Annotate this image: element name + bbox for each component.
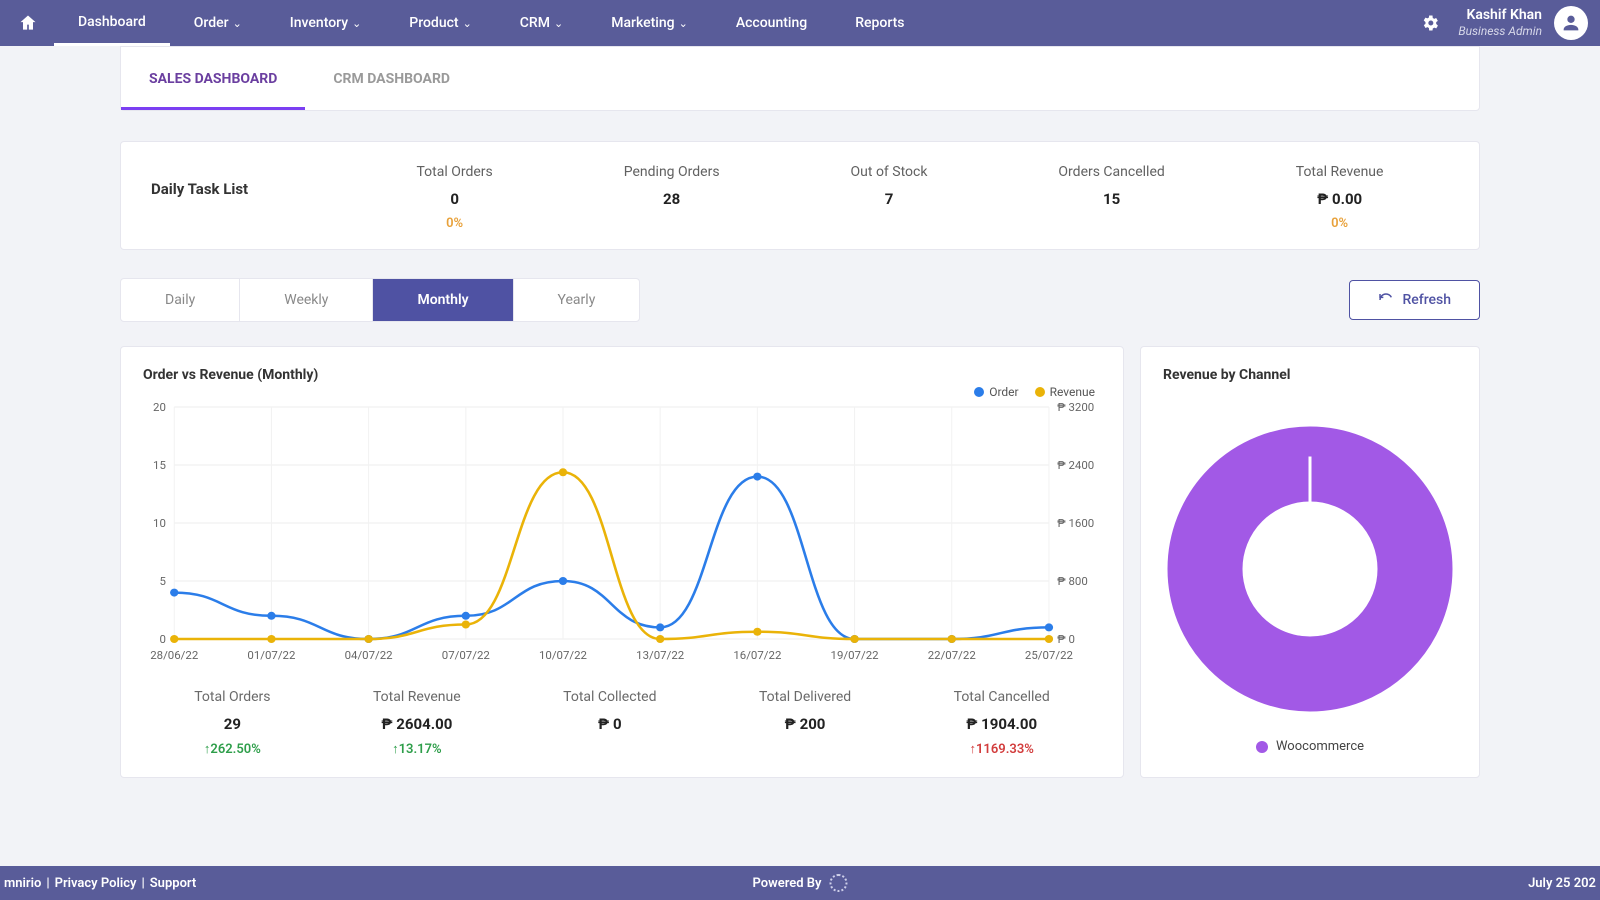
svg-text:₱ 800: ₱ 800	[1057, 575, 1088, 588]
refresh-icon	[1378, 292, 1394, 308]
period-tab-monthly[interactable]: Monthly	[373, 279, 513, 321]
summary-total-delivered: Total Delivered₱ 200	[759, 689, 851, 757]
chevron-down-icon: ⌄	[554, 17, 563, 30]
user-role: Business Admin	[1458, 24, 1542, 38]
svg-text:₱ 2400: ₱ 2400	[1057, 459, 1094, 472]
stat-out-of-stock: Out of Stock7	[851, 164, 928, 231]
dashboard-tabs-card: SALES DASHBOARDCRM DASHBOARD	[120, 46, 1480, 111]
donut-chart: Woocommerce	[1163, 389, 1457, 754]
footer-logo-icon	[830, 874, 848, 892]
period-tab-yearly[interactable]: Yearly	[514, 279, 640, 321]
svg-text:19/07/22: 19/07/22	[831, 649, 879, 662]
chevron-down-icon: ⌄	[463, 17, 472, 30]
legend-dot-icon	[1035, 387, 1045, 397]
nav-inventory[interactable]: Inventory⌄	[266, 0, 386, 46]
period-tab-weekly[interactable]: Weekly	[240, 279, 373, 321]
stat-pending-orders: Pending Orders28	[624, 164, 720, 231]
legend-dot-icon	[1256, 741, 1268, 753]
daily-task-card: Daily Task List Total Orders00% Pending O…	[120, 141, 1480, 250]
legend-order: Order	[974, 385, 1018, 399]
stat-orders-cancelled: Orders Cancelled15	[1058, 164, 1164, 231]
daily-task-title: Daily Task List	[151, 164, 351, 198]
footer-date: July 25 202	[1528, 876, 1596, 891]
period-tab-daily[interactable]: Daily	[121, 279, 240, 321]
privacy-link[interactable]: Privacy Policy	[55, 876, 137, 891]
support-link[interactable]: Support	[150, 876, 197, 891]
tab-crm-dashboard[interactable]: CRM DASHBOARD	[305, 47, 478, 110]
summary-total-cancelled: Total Cancelled₱ 1904.00↑1169.33%	[954, 689, 1050, 757]
legend-dot-icon	[974, 387, 984, 397]
svg-text:₱ 1600: ₱ 1600	[1057, 517, 1094, 530]
nav-crm[interactable]: CRM⌄	[496, 0, 587, 46]
powered-by-label: Powered By	[752, 876, 821, 891]
tab-sales-dashboard[interactable]: SALES DASHBOARD	[121, 47, 305, 110]
refresh-label: Refresh	[1402, 292, 1451, 308]
line-chart: OrderRevenue 05101520₱ 0₱ 800₱ 1600₱ 240…	[143, 389, 1101, 669]
order-vs-revenue-card: Order vs Revenue (Monthly) OrderRevenue …	[120, 346, 1124, 778]
stat-total-revenue: Total Revenue₱ 0.000%	[1296, 164, 1384, 231]
revenue-by-channel-card: Revenue by Channel Woocommerce	[1140, 346, 1480, 778]
svg-text:₱ 3200: ₱ 3200	[1057, 401, 1094, 414]
donut-title: Revenue by Channel	[1163, 367, 1457, 383]
svg-text:13/07/22: 13/07/22	[636, 649, 684, 662]
home-icon[interactable]	[12, 7, 44, 39]
chevron-down-icon: ⌄	[679, 17, 688, 30]
top-nav: DashboardOrder⌄Inventory⌄Product⌄CRM⌄Mar…	[0, 0, 1600, 46]
nav-order[interactable]: Order⌄	[170, 0, 266, 46]
svg-text:20: 20	[153, 401, 166, 414]
donut-legend: Woocommerce	[1256, 739, 1364, 754]
summary-total-orders: Total Orders29↑262.50%	[194, 689, 270, 757]
period-row: DailyWeeklyMonthlyYearly Refresh	[120, 278, 1480, 322]
avatar-icon[interactable]	[1554, 6, 1588, 40]
nav-reports[interactable]: Reports	[831, 0, 928, 46]
nav-product[interactable]: Product⌄	[385, 0, 496, 46]
settings-icon[interactable]	[1414, 13, 1446, 33]
svg-text:10: 10	[153, 517, 166, 530]
svg-text:04/07/22: 04/07/22	[345, 649, 393, 662]
donut-legend-label: Woocommerce	[1276, 739, 1364, 754]
svg-text:01/07/22: 01/07/22	[247, 649, 295, 662]
svg-text:10/07/22: 10/07/22	[539, 649, 587, 662]
summary-total-revenue: Total Revenue₱ 2604.00↑13.17%	[373, 689, 461, 757]
legend-revenue: Revenue	[1035, 385, 1095, 399]
chart-title: Order vs Revenue (Monthly)	[143, 367, 1101, 383]
svg-text:16/07/22: 16/07/22	[733, 649, 781, 662]
svg-text:0: 0	[159, 633, 165, 646]
svg-text:5: 5	[159, 575, 165, 588]
chevron-down-icon: ⌄	[233, 17, 242, 30]
svg-text:28/06/22: 28/06/22	[150, 649, 198, 662]
main-menu: DashboardOrder⌄Inventory⌄Product⌄CRM⌄Mar…	[54, 0, 928, 46]
nav-dashboard[interactable]: Dashboard	[54, 0, 170, 46]
nav-accounting[interactable]: Accounting	[712, 0, 831, 46]
user-block[interactable]: Kashif Khan Business Admin	[1458, 7, 1542, 38]
footer-bar: mnirio | Privacy Policy | Support Powere…	[0, 866, 1600, 900]
summary-total-collected: Total Collected₱ 0	[563, 689, 656, 757]
svg-text:₱ 0: ₱ 0	[1057, 633, 1075, 646]
svg-text:07/07/22: 07/07/22	[442, 649, 490, 662]
user-name: Kashif Khan	[1458, 7, 1542, 24]
refresh-button[interactable]: Refresh	[1349, 280, 1480, 320]
chevron-down-icon: ⌄	[352, 17, 361, 30]
period-tabs: DailyWeeklyMonthlyYearly	[120, 278, 640, 322]
stat-total-orders: Total Orders00%	[416, 164, 492, 231]
svg-text:22/07/22: 22/07/22	[928, 649, 976, 662]
svg-text:15: 15	[153, 459, 166, 472]
footer-brand-fragment: mnirio	[4, 876, 41, 891]
svg-text:25/07/22: 25/07/22	[1025, 649, 1073, 662]
nav-marketing[interactable]: Marketing⌄	[587, 0, 712, 46]
